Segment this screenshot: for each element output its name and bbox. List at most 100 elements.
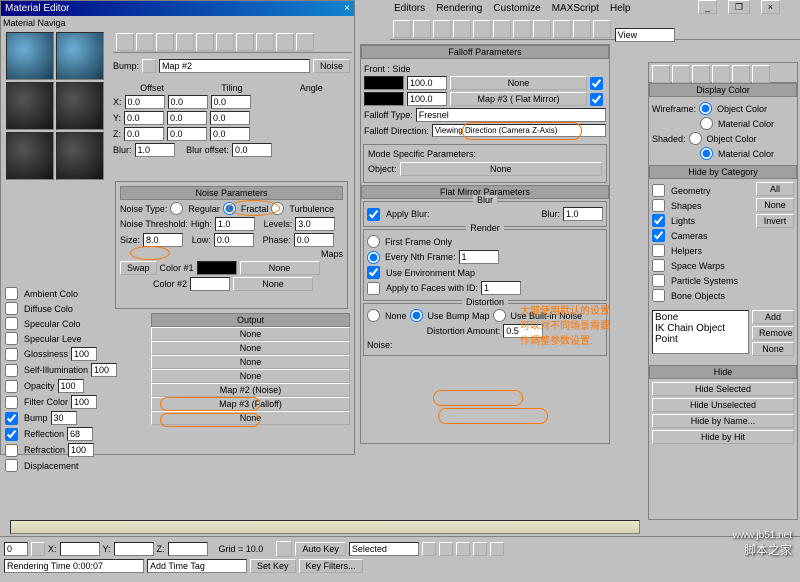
distortion-none-radio[interactable] bbox=[367, 309, 380, 322]
bump-map-button[interactable]: Map #2 (Noise) bbox=[151, 383, 350, 397]
all-button[interactable]: All bbox=[756, 182, 794, 196]
window-close-icon[interactable]: × bbox=[761, 0, 780, 14]
toolbar-icon[interactable] bbox=[296, 33, 314, 51]
reflection-check[interactable] bbox=[5, 428, 18, 441]
front-swatch[interactable] bbox=[364, 76, 404, 90]
selfill-map-button[interactable]: None bbox=[151, 341, 350, 355]
bluroffset-input[interactable] bbox=[232, 143, 272, 157]
distortion-bump-radio[interactable] bbox=[410, 309, 423, 322]
toolbar-icon[interactable] bbox=[553, 20, 571, 38]
color2-map-button[interactable]: None bbox=[233, 277, 313, 291]
rendertime-field[interactable]: Rendering Time 0:00:07 bbox=[4, 559, 144, 573]
diffuse-check[interactable] bbox=[5, 302, 18, 315]
material-editor-titlebar[interactable]: Material Editor× bbox=[1, 1, 354, 16]
toolbar-icon[interactable] bbox=[513, 20, 531, 38]
toolbar-icon[interactable] bbox=[473, 20, 491, 38]
apply-blur-check[interactable] bbox=[367, 208, 380, 221]
bump-amount[interactable] bbox=[51, 411, 77, 425]
every-nth-input[interactable] bbox=[459, 250, 499, 264]
goto-end-icon[interactable] bbox=[490, 542, 504, 556]
lights-check[interactable] bbox=[652, 214, 665, 227]
menu-rendering[interactable]: Rendering bbox=[436, 3, 482, 14]
lock-icon[interactable] bbox=[31, 542, 45, 556]
side-map-check[interactable] bbox=[590, 93, 603, 106]
create-tab-icon[interactable] bbox=[652, 65, 670, 83]
displacement-check[interactable] bbox=[5, 459, 18, 472]
z-tiling-input[interactable] bbox=[167, 127, 207, 141]
y-tiling-input[interactable] bbox=[167, 111, 207, 125]
view-combo[interactable]: View bbox=[615, 28, 675, 42]
filter-check[interactable] bbox=[5, 396, 18, 409]
opacity-check[interactable] bbox=[5, 380, 18, 393]
every-nth-radio[interactable] bbox=[367, 251, 380, 264]
invert-button[interactable]: Invert bbox=[756, 214, 794, 228]
first-frame-radio[interactable] bbox=[367, 235, 380, 248]
blur-input[interactable] bbox=[135, 143, 175, 157]
add-button[interactable]: Add bbox=[752, 310, 794, 324]
toolbar-icon[interactable] bbox=[216, 33, 234, 51]
hide-selected-button[interactable]: Hide Selected bbox=[652, 382, 794, 396]
prev-frame-icon[interactable] bbox=[439, 542, 453, 556]
play-icon[interactable] bbox=[456, 542, 470, 556]
falloff-type-combo[interactable]: Fresnel bbox=[416, 108, 606, 122]
noise-fractal-radio[interactable] bbox=[223, 202, 236, 215]
selfill-amount[interactable] bbox=[91, 363, 117, 377]
hide-byname-button[interactable]: Hide by Name... bbox=[652, 414, 794, 428]
toolbar-icon[interactable] bbox=[196, 33, 214, 51]
face-id-input[interactable] bbox=[481, 281, 521, 295]
frame-input[interactable] bbox=[4, 542, 28, 556]
wf-objcolor-radio[interactable] bbox=[699, 102, 712, 115]
menu-help[interactable]: Help bbox=[610, 3, 631, 14]
setkey-button[interactable]: Set Key bbox=[250, 559, 296, 573]
sample-sphere[interactable] bbox=[6, 32, 54, 80]
bone-check[interactable] bbox=[652, 289, 665, 302]
opacity-map-button[interactable]: None bbox=[151, 355, 350, 369]
phase-input[interactable] bbox=[294, 233, 334, 247]
x-angle-input[interactable] bbox=[211, 95, 251, 109]
toolbar-icon[interactable] bbox=[276, 33, 294, 51]
color1-map-button[interactable]: None bbox=[240, 261, 320, 275]
next-frame-icon[interactable] bbox=[473, 542, 487, 556]
side-swatch[interactable] bbox=[364, 92, 404, 106]
timetag-field[interactable]: Add Time Tag bbox=[147, 559, 247, 573]
sample-slots[interactable] bbox=[5, 31, 111, 181]
high-input[interactable] bbox=[215, 217, 255, 231]
z-status-input[interactable] bbox=[168, 542, 208, 556]
time-slider[interactable] bbox=[10, 520, 640, 534]
utilities-tab-icon[interactable] bbox=[752, 65, 770, 83]
hide-unselected-button[interactable]: Hide Unselected bbox=[652, 398, 794, 412]
bump-check[interactable] bbox=[5, 412, 18, 425]
useenv-check[interactable] bbox=[367, 266, 380, 279]
sample-sphere[interactable] bbox=[6, 82, 54, 130]
spacewarps-check[interactable] bbox=[652, 259, 665, 272]
gloss-amount[interactable] bbox=[71, 347, 97, 361]
sample-sphere[interactable] bbox=[56, 132, 104, 180]
noise-type-button[interactable]: Noise bbox=[313, 59, 350, 73]
z-offset-input[interactable] bbox=[124, 127, 164, 141]
toolbar-icon[interactable] bbox=[236, 33, 254, 51]
swap-button[interactable]: Swap bbox=[120, 261, 157, 275]
refraction-amount[interactable] bbox=[68, 443, 94, 457]
levels-input[interactable] bbox=[295, 217, 335, 231]
toolbar-icon[interactable] bbox=[433, 20, 451, 38]
gloss-check[interactable] bbox=[5, 348, 18, 361]
toolbar-icon[interactable] bbox=[453, 20, 471, 38]
distortion-builtin-radio[interactable] bbox=[493, 309, 506, 322]
low-input[interactable] bbox=[214, 233, 254, 247]
sample-sphere[interactable] bbox=[6, 132, 54, 180]
falloff-dir-combo[interactable]: Viewing Direction (Camera Z-Axis) bbox=[432, 124, 606, 137]
object-pick-button[interactable]: None bbox=[400, 162, 602, 176]
goto-start-icon[interactable] bbox=[422, 542, 436, 556]
filter-amount[interactable] bbox=[71, 395, 97, 409]
front-map-check[interactable] bbox=[590, 77, 603, 90]
keymode-combo[interactable]: Selected bbox=[349, 542, 419, 556]
toolbar-icon[interactable] bbox=[593, 20, 611, 38]
specularc-check[interactable] bbox=[5, 317, 18, 330]
size-input[interactable] bbox=[143, 233, 183, 247]
hide-byhit-button[interactable]: Hide by Hit bbox=[652, 430, 794, 444]
key-icon[interactable] bbox=[276, 541, 292, 557]
geometry-check[interactable] bbox=[652, 184, 665, 197]
specularl-check[interactable] bbox=[5, 332, 18, 345]
toolbar-icon[interactable] bbox=[493, 20, 511, 38]
modify-tab-icon[interactable] bbox=[672, 65, 690, 83]
